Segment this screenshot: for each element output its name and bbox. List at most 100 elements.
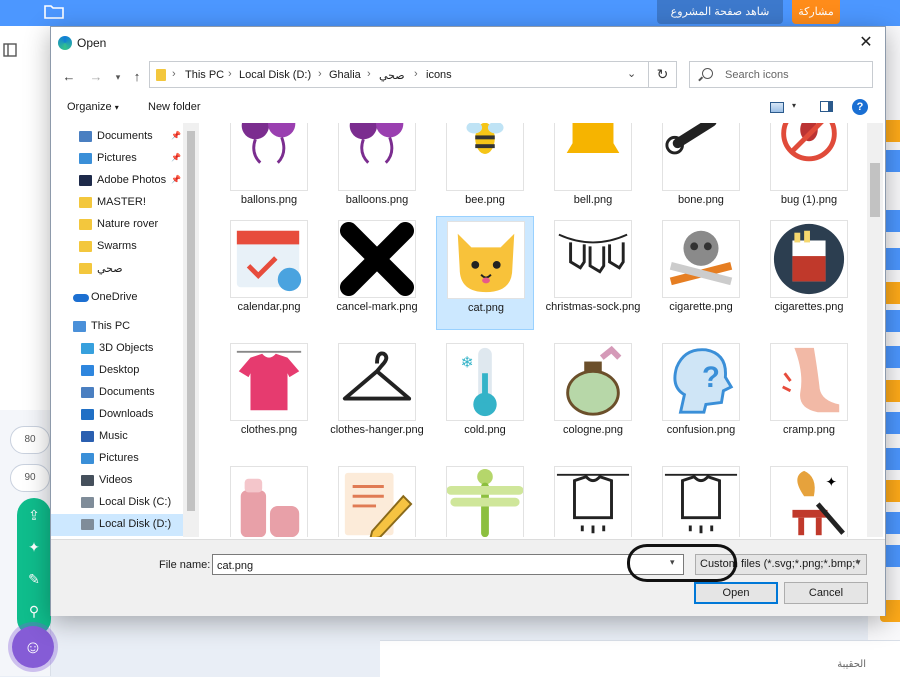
nav-item[interactable]: MASTER! [51, 192, 197, 214]
bug-icon [770, 123, 848, 191]
file-item[interactable]: cigarette.png [652, 216, 750, 330]
balloons-icon [230, 123, 308, 191]
file-item[interactable]: dragonfly.png [436, 462, 534, 537]
file-item[interactable]: drying.png [652, 462, 750, 537]
file-name: cold.png [464, 424, 506, 436]
file-item[interactable]: document.png [328, 462, 426, 537]
x-value-field[interactable]: 80 [10, 426, 50, 454]
backpack-bar[interactable]: الحقيبة [380, 640, 900, 677]
refresh-button[interactable]: ↻ [649, 61, 677, 88]
cramp-icon [770, 343, 848, 421]
close-button[interactable]: ✕ [851, 32, 881, 54]
new-folder-button[interactable]: New folder [148, 101, 201, 113]
drying-icon [662, 466, 740, 537]
surprise-icon[interactable]: ✦ [25, 538, 43, 556]
organize-menu[interactable]: Organize ▾ [67, 101, 119, 113]
y-value-field[interactable]: 90 [10, 464, 50, 492]
scrollbar-thumb[interactable] [870, 163, 880, 217]
desktop-icon [81, 365, 94, 376]
up-button[interactable]: ↑ [128, 68, 146, 86]
breadcrumb-ghalia[interactable]: Ghalia [329, 69, 361, 81]
share-button[interactable]: مشاركة [792, 0, 840, 24]
nav-item[interactable]: Local Disk (C:) [51, 492, 197, 514]
file-item[interactable]: bell.png [544, 123, 642, 223]
file-name-input[interactable] [212, 554, 684, 575]
file-item[interactable]: bug (1).png [760, 123, 858, 223]
view-project-page-button[interactable]: شاهد صفحة المشروع [657, 0, 783, 24]
search-icon[interactable]: ⚲ [25, 602, 43, 620]
file-item[interactable]: ✦dust.png [760, 462, 858, 537]
navigation-scrollbar[interactable] [183, 123, 199, 537]
file-item[interactable]: cat.png [436, 216, 534, 330]
file-item[interactable]: cancel-mark.png [328, 216, 426, 330]
nav-item[interactable]: Desktop [51, 360, 197, 382]
nav-item-label: Local Disk (C:) [99, 496, 172, 508]
file-list-scrollbar[interactable] [867, 123, 883, 537]
forward-button[interactable]: → [87, 68, 105, 86]
breadcrumb-icons[interactable]: icons [426, 69, 452, 81]
nav-item[interactable]: صحي [51, 258, 197, 280]
nav-item[interactable]: Local Disk (D:) [51, 514, 197, 536]
nav-item[interactable]: This PC [51, 316, 197, 338]
back-button[interactable]: ← [60, 68, 78, 86]
svg-text:❄: ❄ [461, 354, 474, 371]
chevron-down-icon[interactable]: ▾ [792, 101, 796, 110]
preview-pane-icon[interactable] [820, 101, 833, 112]
search-input[interactable]: Search icons [689, 61, 873, 88]
nav-item[interactable]: Nature rover [51, 214, 197, 236]
file-item[interactable]: bee.png [436, 123, 534, 223]
change-view-icon[interactable] [770, 102, 784, 113]
file-item[interactable]: clothes-hanger.png [328, 339, 426, 453]
file-item[interactable]: deodorant.png [220, 462, 318, 537]
confusion-icon: ? [662, 343, 740, 421]
file-item[interactable]: ? confusion.png [652, 339, 750, 453]
file-item[interactable]: cigarettes.png [760, 216, 858, 330]
nav-item[interactable]: Music [51, 426, 197, 448]
nav-item[interactable]: Swarms [51, 236, 197, 258]
recent-locations-button[interactable]: ▾ [109, 68, 127, 86]
chevron-down-icon[interactable]: ⌄ [627, 67, 636, 80]
file-item[interactable]: drying (1).png [544, 462, 642, 537]
breadcrumb-separator: › [228, 68, 232, 80]
folder-icon[interactable] [44, 3, 64, 19]
file-item[interactable]: bone.png [652, 123, 750, 223]
file-item[interactable]: ballons.png [220, 123, 318, 223]
file-item[interactable]: calendar.png [220, 216, 318, 330]
cancel-button[interactable]: Cancel [784, 582, 868, 604]
breadcrumb-local-disk[interactable]: Local Disk (D:) [239, 69, 311, 81]
file-item[interactable]: christmas-sock.png [544, 216, 642, 330]
file-item[interactable]: clothes.png [220, 339, 318, 453]
nav-item[interactable]: Documents [51, 382, 197, 404]
folder-icon [156, 69, 166, 81]
cigarettes-icon [770, 220, 848, 298]
nav-item[interactable]: Pictures [51, 448, 197, 470]
file-name: clothes-hanger.png [330, 424, 424, 436]
nav-item[interactable]: Pictures 📌 [51, 148, 197, 170]
chevron-down-icon[interactable]: ▾ [856, 557, 861, 568]
nav-item[interactable]: Videos [51, 470, 197, 492]
nav-item[interactable]: Downloads [51, 404, 197, 426]
file-name: bell.png [573, 194, 613, 206]
choose-costume-button[interactable]: ☺ [12, 626, 54, 668]
file-item[interactable]: ❄ cold.png [436, 339, 534, 453]
nav-item[interactable]: 3D Objects [51, 338, 197, 360]
file-item[interactable]: balloons.png [328, 123, 426, 223]
file-item[interactable]: cologne.png [544, 339, 642, 453]
nav-item-label: Local Disk (D:) [99, 518, 172, 530]
breadcrumb-health[interactable]: صحي [379, 69, 405, 82]
layout-toggle-icon[interactable] [3, 43, 17, 57]
file-name: bone.png [678, 194, 724, 206]
upload-icon[interactable]: ⇪ [25, 506, 43, 524]
scrollbar-thumb[interactable] [187, 131, 195, 511]
paint-icon[interactable]: ✎ [25, 570, 43, 588]
nav-item[interactable]: OneDrive [51, 287, 197, 309]
file-item[interactable]: cramp.png [760, 339, 858, 453]
drive-icon [81, 497, 94, 508]
nav-item[interactable]: Adobe Photos 📌 [51, 170, 197, 192]
cat-face-icon: ☺ [23, 637, 43, 657]
open-button[interactable]: Open [694, 582, 778, 604]
help-icon[interactable]: ? [852, 99, 868, 115]
nav-item[interactable]: Documents 📌 [51, 126, 197, 148]
breadcrumb-this-pc[interactable]: This PC [185, 69, 224, 81]
address-bar[interactable]: › This PC › Local Disk (D:) › Ghalia › ص… [149, 61, 649, 88]
